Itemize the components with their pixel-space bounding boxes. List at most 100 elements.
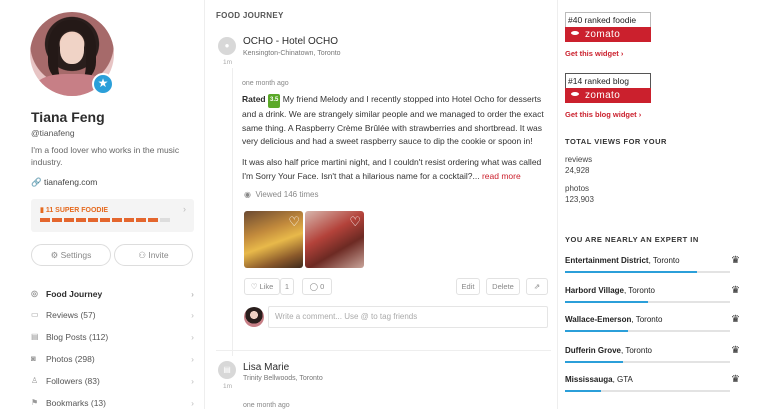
gear-icon: ⚙ bbox=[50, 250, 59, 260]
photos-views-value: 123,903 bbox=[565, 195, 594, 204]
read-more-link[interactable]: read more bbox=[482, 171, 521, 181]
like-label: Like bbox=[259, 282, 274, 291]
reviews-views-value: 24,928 bbox=[565, 166, 590, 175]
chevron-right-icon: › bbox=[191, 375, 194, 386]
sidebar-item-food-journey[interactable]: ◎ Food Journey › bbox=[31, 285, 194, 302]
blog-rank-widget[interactable]: #14 ranked blog zomato bbox=[565, 73, 651, 103]
get-blog-widget-link[interactable]: Get this blog widget › bbox=[565, 110, 641, 119]
blog-post-icon: ▤ bbox=[218, 361, 236, 379]
sidebar-item-photos[interactable]: ◙ Photos (298) › bbox=[31, 350, 194, 367]
foodie-rank-widget[interactable]: #40 ranked foodie zomato bbox=[565, 12, 651, 42]
heart-icon[interactable]: ♡ bbox=[288, 214, 300, 230]
like-button[interactable]: ♡ Like bbox=[244, 278, 280, 295]
sidebar-item-reviews[interactable]: ▭ Reviews (57) › bbox=[31, 306, 194, 323]
rating-badge: 3.5 bbox=[268, 94, 281, 108]
like-count[interactable]: 1 bbox=[280, 278, 294, 295]
reviews-icon: ▭ bbox=[31, 310, 39, 319]
progress-segment bbox=[40, 218, 50, 222]
foodie-level-label: 11 SUPER FOODIE bbox=[45, 207, 109, 214]
expert-progress bbox=[565, 361, 730, 363]
expert-title: YOU ARE NEARLY AN EXPERT IN bbox=[565, 235, 699, 244]
comment-count: 0 bbox=[320, 282, 325, 291]
progress-segment bbox=[112, 218, 122, 222]
chevron-right-icon: › bbox=[191, 309, 194, 320]
bookmark-icon: ⚑ bbox=[31, 398, 39, 407]
zomato-logo: zomato bbox=[565, 27, 651, 42]
add-user-icon: ⚇ bbox=[138, 250, 146, 260]
review-photo[interactable]: ♡ bbox=[244, 211, 303, 268]
zomato-icon bbox=[571, 92, 579, 96]
sidebar-item-bookmarks[interactable]: ⚑ Bookmarks (13) › bbox=[31, 394, 194, 409]
blog-icon: ▤ bbox=[31, 332, 39, 341]
zomato-icon bbox=[571, 31, 579, 35]
star-badge-icon: ★ bbox=[92, 73, 114, 95]
thread-line bbox=[232, 68, 233, 356]
share-icon: ⇗ bbox=[533, 282, 541, 291]
blog-rank-text: #14 ranked blog bbox=[565, 73, 651, 88]
invite-button[interactable]: ⚇ Invite bbox=[114, 244, 193, 266]
progress-segment bbox=[160, 218, 170, 222]
photos-views-label: photos bbox=[565, 184, 590, 193]
invite-label: Invite bbox=[148, 250, 169, 260]
expert-area-item[interactable]: Harbord Village, Toronto ♛ bbox=[565, 284, 740, 306]
expert-area-name: Harbord Village bbox=[565, 286, 624, 295]
review-bubble-icon: ● bbox=[218, 37, 236, 55]
comment-bubble-icon: ◯ bbox=[309, 282, 319, 291]
restaurant-title[interactable]: OCHO - Hotel OCHO bbox=[243, 36, 338, 47]
chevron-right-icon: › bbox=[191, 353, 194, 364]
website-text: tianafeng.com bbox=[43, 177, 98, 187]
foodie-level-card[interactable]: ▮ 11 SUPER FOODIE › bbox=[31, 199, 194, 232]
review-paragraph-1: My friend Melody and I recently stopped … bbox=[242, 94, 544, 147]
review-photo[interactable]: ♡ bbox=[305, 211, 364, 268]
eye-icon: ◉ bbox=[244, 190, 251, 199]
expert-area-item[interactable]: Mississauga, GTA ♛ bbox=[565, 373, 740, 395]
column-divider bbox=[204, 0, 205, 409]
progress-segment bbox=[64, 218, 74, 222]
chevron-right-icon: › bbox=[191, 397, 194, 408]
progress-segment bbox=[124, 218, 134, 222]
settings-button[interactable]: ⚙ Settings bbox=[31, 244, 111, 266]
expert-area-item[interactable]: Wallace-Emerson, Toronto ♛ bbox=[565, 313, 740, 335]
share-button[interactable]: ⇗ bbox=[526, 278, 548, 295]
website-link[interactable]: 🔗 tianafeng.com bbox=[31, 177, 97, 188]
heart-icon[interactable]: ♡ bbox=[349, 214, 361, 230]
user-icon: ♙ bbox=[31, 376, 39, 385]
heart-icon: ♡ bbox=[250, 282, 258, 291]
crown-icon: ♛ bbox=[731, 285, 740, 296]
review-text: Rated 3.5 My friend Melody and I recentl… bbox=[242, 93, 548, 149]
sidebar-item-label: Followers (83) bbox=[46, 375, 100, 386]
sidebar-item-followers[interactable]: ♙ Followers (83) › bbox=[31, 372, 194, 389]
chevron-right-icon: › bbox=[191, 288, 194, 299]
view-count-text: Viewed 146 times bbox=[255, 190, 319, 199]
expert-progress bbox=[565, 330, 730, 332]
progress-segment bbox=[136, 218, 146, 222]
expert-progress bbox=[565, 390, 730, 392]
review-content: one month ago Rated 3.5 My friend Melody… bbox=[242, 80, 548, 184]
post-time-ago: one month ago bbox=[243, 402, 290, 409]
expert-area-city: , Toronto bbox=[631, 315, 663, 324]
review-time: one month ago bbox=[242, 80, 289, 87]
comment-input[interactable]: Write a comment... Use @ to tag friends bbox=[268, 306, 548, 328]
expert-area-city: , GTA bbox=[612, 375, 633, 384]
expert-area-name: Wallace-Emerson bbox=[565, 315, 632, 324]
expert-area-city: , Toronto bbox=[623, 286, 655, 295]
reviews-views-label: reviews bbox=[565, 155, 593, 164]
sidebar-item-label: Photos (298) bbox=[46, 353, 95, 364]
expert-progress bbox=[565, 271, 730, 273]
edit-button[interactable]: Edit bbox=[456, 278, 480, 295]
get-widget-link[interactable]: Get this widget › bbox=[565, 49, 623, 58]
expert-area-item[interactable]: Entertainment District, Toronto ♛ bbox=[565, 254, 740, 276]
sidebar-item-label: Bookmarks (13) bbox=[46, 397, 106, 408]
expert-area-name: Mississauga bbox=[565, 375, 613, 384]
restaurant-location: Kensington-Chinatown, Toronto bbox=[243, 50, 341, 57]
post-title[interactable]: Lisa Marie bbox=[243, 362, 289, 373]
sidebar-item-blog-posts[interactable]: ▤ Blog Posts (112) › bbox=[31, 328, 194, 345]
comment-button[interactable]: ◯ 0 bbox=[302, 278, 332, 295]
view-count: ◉ Viewed 146 times bbox=[244, 190, 318, 199]
commenter-avatar bbox=[244, 307, 264, 327]
expert-area-item[interactable]: Dufferin Grove, Toronto ♛ bbox=[565, 344, 740, 366]
zomato-logo: zomato bbox=[565, 88, 651, 103]
profile-name: Tiana Feng bbox=[31, 109, 105, 125]
progress-segment bbox=[52, 218, 62, 222]
delete-button[interactable]: Delete bbox=[486, 278, 520, 295]
